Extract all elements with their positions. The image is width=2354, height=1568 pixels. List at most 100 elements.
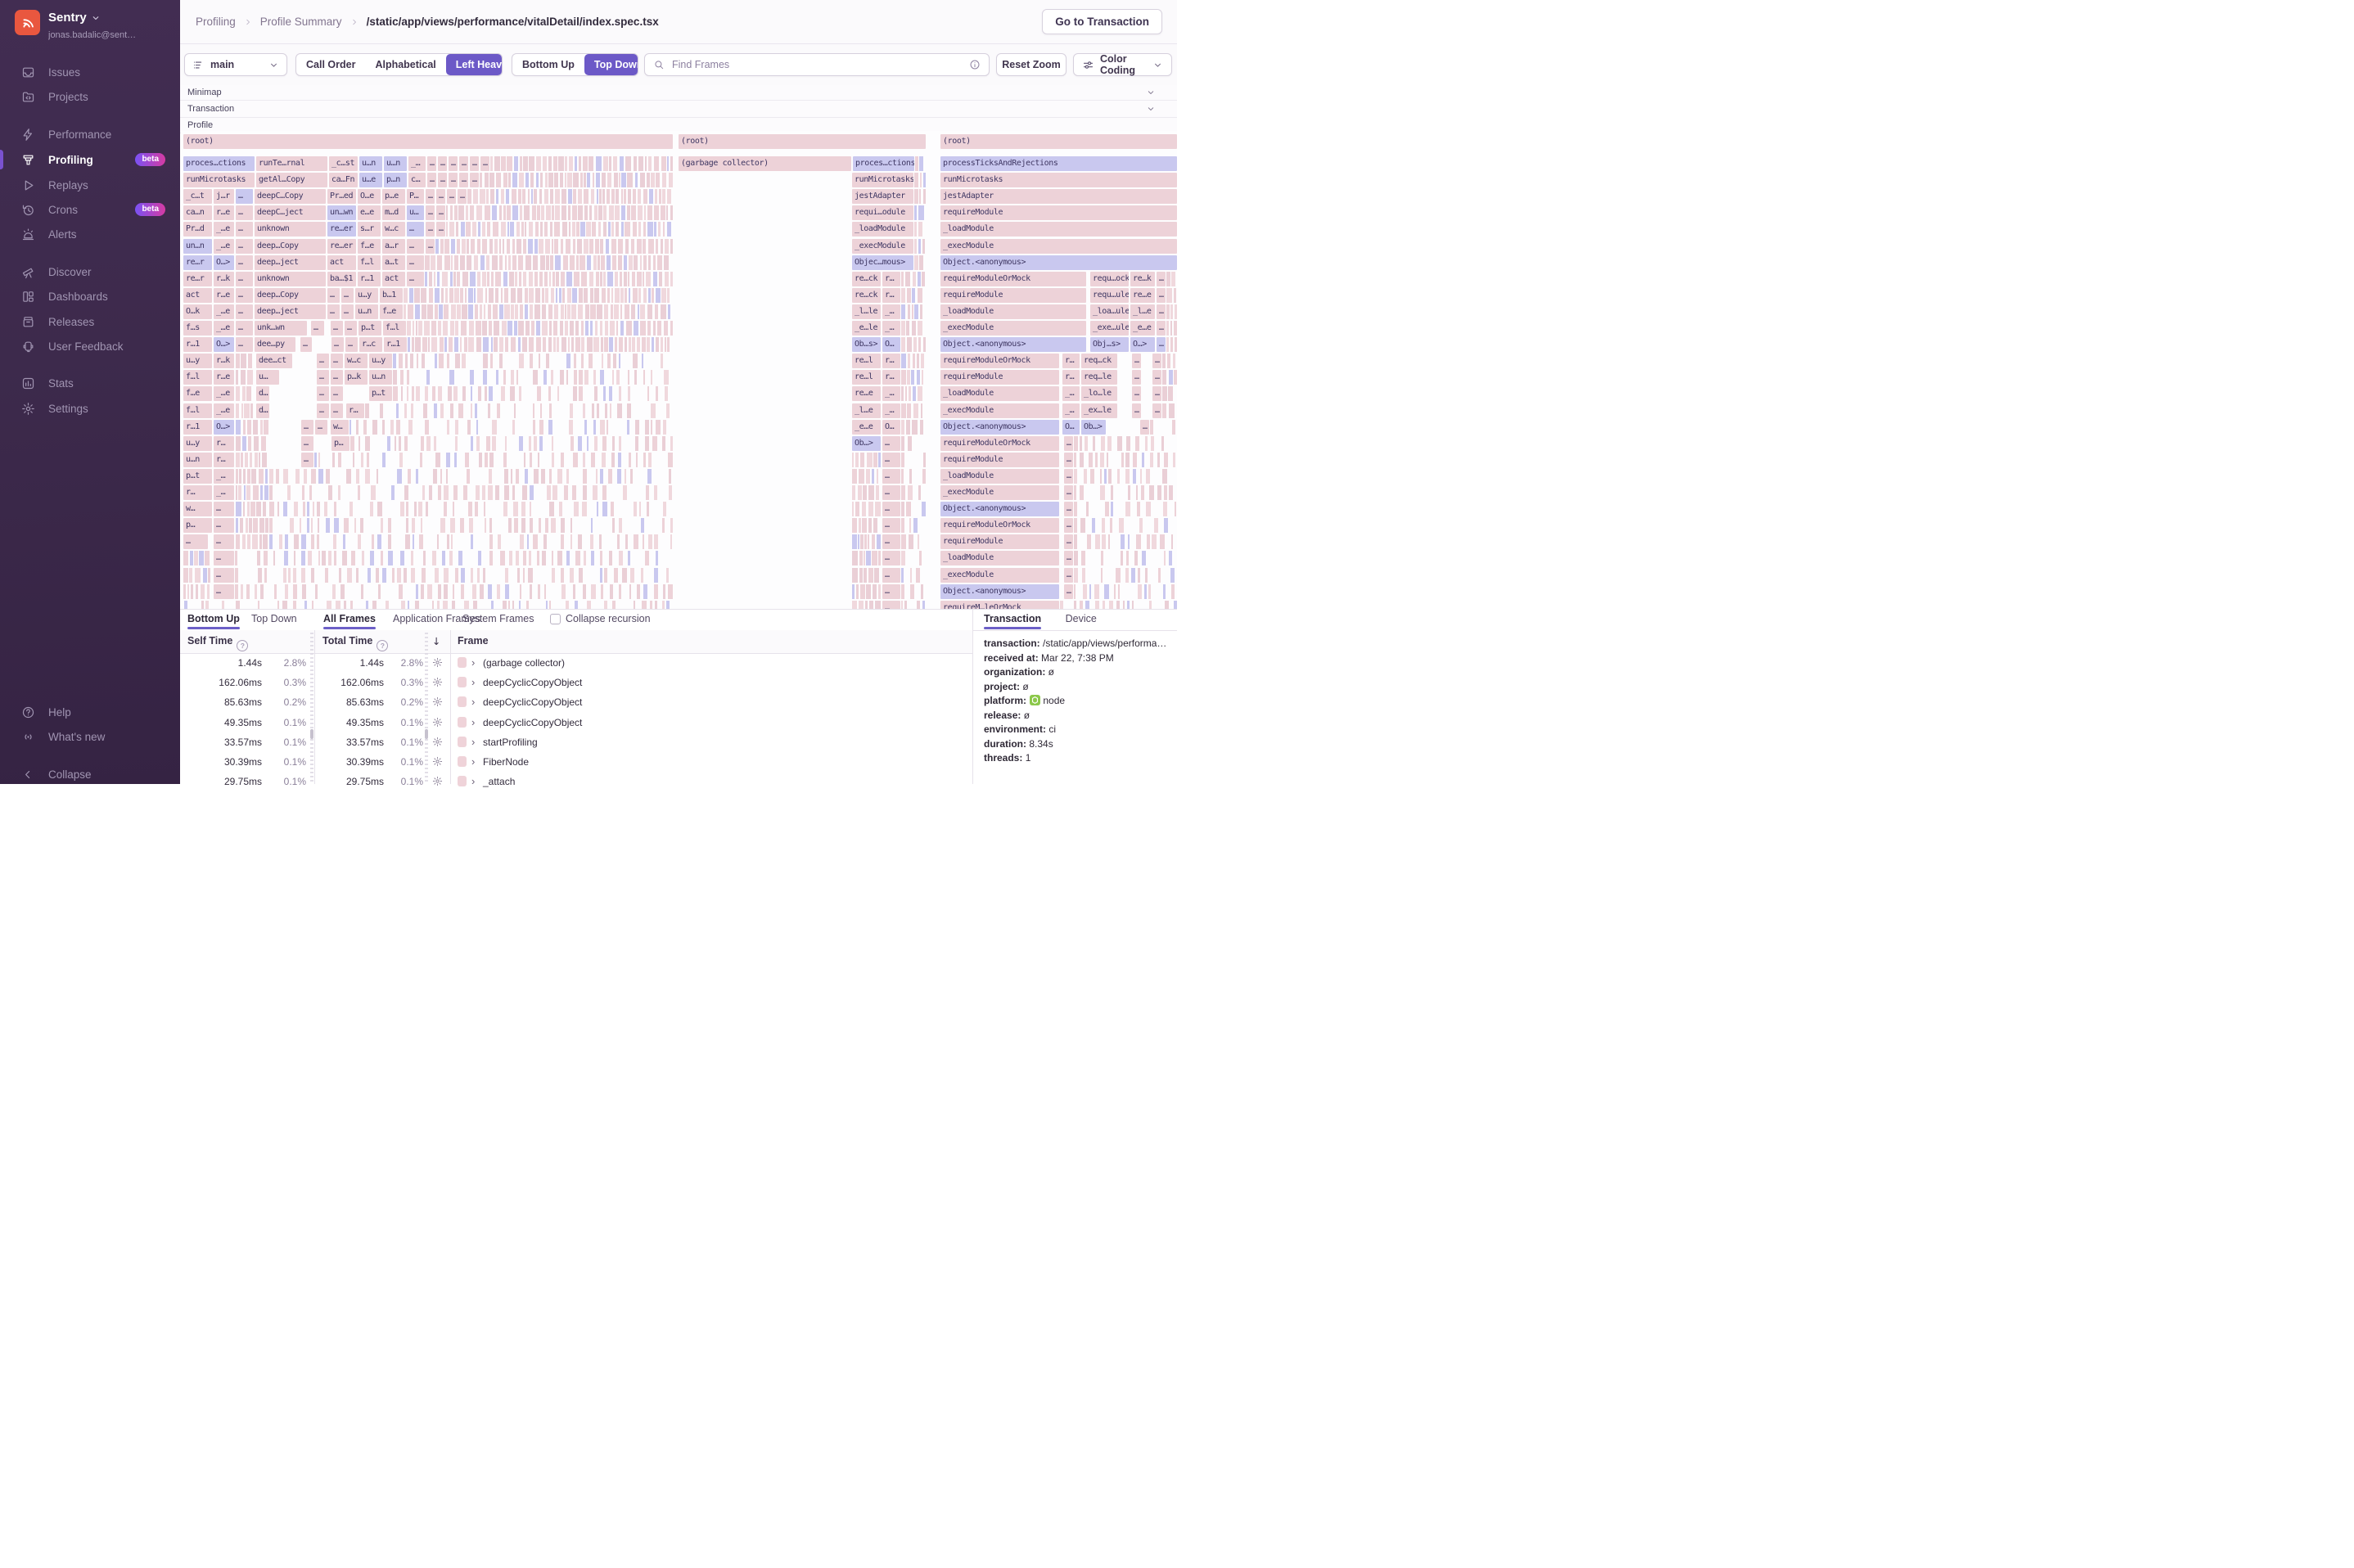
flame-frame[interactable]: …: [331, 337, 344, 352]
expand-chevron-icon[interactable]: ›: [471, 755, 475, 768]
flame-frame[interactable]: _ex…le: [1081, 403, 1117, 418]
flame-frame[interactable]: …: [331, 321, 343, 336]
flame-frame[interactable]: w…: [331, 420, 349, 435]
flame-frame[interactable]: dee…py: [255, 337, 295, 352]
flame-frame[interactable]: requi…odule: [852, 205, 913, 220]
flame-frame[interactable]: p…t: [369, 386, 392, 401]
flame-frame[interactable]: …: [236, 189, 253, 204]
flame-frame[interactable]: …: [331, 403, 343, 418]
flame-frame[interactable]: …: [1064, 551, 1073, 565]
flame-frame[interactable]: u…y: [183, 436, 212, 451]
flame-frame[interactable]: r…e: [214, 205, 234, 220]
flame-frame[interactable]: u…n: [384, 156, 407, 171]
sidebar-item-performance[interactable]: Performance: [0, 122, 180, 146]
flame-frame[interactable]: …: [426, 222, 435, 237]
flame-frame[interactable]: j…r: [214, 189, 234, 204]
flame-frame[interactable]: getAl…Copy: [256, 173, 327, 187]
flame-frame[interactable]: …: [236, 304, 253, 319]
flame-frame[interactable]: u…y: [369, 354, 392, 368]
flame-frame[interactable]: Obj…s>: [1090, 337, 1129, 352]
flame-frame[interactable]: r…: [214, 436, 234, 451]
flame-frame[interactable]: O…>: [214, 255, 234, 270]
flame-frame[interactable]: …: [407, 272, 424, 286]
flame-frame[interactable]: _…: [214, 485, 234, 500]
flame-frame[interactable]: c…: [408, 173, 426, 187]
flame-frame[interactable]: requireModule: [940, 205, 1177, 220]
flame-frame[interactable]: …: [345, 321, 357, 336]
flame-frame[interactable]: proces…ctions: [853, 156, 914, 171]
collapse-recursion-checkbox[interactable]: [550, 614, 561, 624]
flame-frame[interactable]: Ob…>: [1081, 420, 1106, 435]
flame-frame[interactable]: un…n: [183, 239, 212, 254]
sidebar-item-stats[interactable]: Stats: [0, 371, 180, 395]
flame-frame[interactable]: P…: [407, 189, 424, 204]
sidebar-item-releases[interactable]: Releases: [0, 309, 180, 334]
flame-frame[interactable]: …: [438, 156, 447, 171]
flame-frame[interactable]: O…: [882, 337, 900, 352]
flame-frame[interactable]: _…e: [214, 386, 234, 401]
flame-frame[interactable]: re…e: [852, 386, 881, 401]
flame-frame[interactable]: …: [407, 222, 424, 237]
flame-frame[interactable]: p…n: [384, 173, 407, 187]
flame-frame[interactable]: requ…ock: [1090, 272, 1129, 286]
flame-frame[interactable]: …: [1064, 469, 1073, 484]
flame-frame[interactable]: …: [183, 534, 208, 549]
flame-frame[interactable]: …: [1152, 403, 1161, 418]
flame-frame[interactable]: …: [1064, 453, 1073, 467]
flame-frame[interactable]: _…e: [214, 403, 234, 418]
flame-frame[interactable]: O…>: [1130, 337, 1155, 352]
flame-frame[interactable]: …: [1157, 288, 1166, 303]
frame-table-row[interactable]: 85.63ms 0.2% 85.63ms 0.2% › deepCyclicCopyObj…: [180, 692, 972, 712]
flame-frame[interactable]: r…1: [183, 420, 212, 435]
flame-frame[interactable]: Object.<anonymous>: [940, 502, 1059, 516]
sidebar-item-crons[interactable]: Crons beta: [0, 197, 180, 222]
flame-frame[interactable]: …: [470, 156, 479, 171]
flame-frame[interactable]: _…: [882, 386, 900, 401]
sidebar-item-profiling[interactable]: Profiling beta: [0, 147, 180, 172]
flame-frame[interactable]: O…>: [214, 337, 234, 352]
frame-table-row[interactable]: 29.75ms 0.1% 29.75ms 0.1% › _attach: [180, 772, 972, 791]
flame-frame[interactable]: …: [1064, 436, 1073, 451]
flame-frame[interactable]: …: [882, 534, 900, 549]
flame-frame[interactable]: …: [1157, 304, 1166, 319]
flame-frame[interactable]: …: [438, 173, 447, 187]
flame-frame[interactable]: …: [1064, 584, 1073, 599]
flame-frame[interactable]: …: [882, 551, 900, 565]
chevron-down-icon[interactable]: [1146, 88, 1156, 97]
expand-chevron-icon[interactable]: ›: [471, 696, 475, 708]
flame-frame[interactable]: _…: [408, 156, 426, 171]
direction-option-bottom-up[interactable]: Bottom Up: [512, 54, 584, 75]
flame-frame[interactable]: w…: [183, 502, 212, 516]
flame-frame[interactable]: …: [1140, 420, 1149, 435]
flame-frame[interactable]: _c…st: [329, 156, 358, 171]
flame-frame[interactable]: …: [1132, 386, 1141, 401]
flame-frame[interactable]: …: [301, 436, 313, 451]
direction-option-top-down[interactable]: Top Down: [584, 54, 638, 75]
expand-chevron-icon[interactable]: ›: [471, 775, 475, 787]
flame-frame[interactable]: requireModule: [940, 370, 1059, 385]
flame-frame[interactable]: a…r: [382, 239, 405, 254]
flame-frame[interactable]: _l…e: [852, 403, 881, 418]
gear-icon[interactable]: [432, 737, 443, 747]
flame-frame[interactable]: d…: [256, 386, 269, 401]
flame-frame[interactable]: …: [882, 453, 900, 467]
flame-frame[interactable]: u…e: [359, 173, 382, 187]
flame-frame[interactable]: …: [317, 354, 329, 368]
flame-frame[interactable]: …: [315, 420, 327, 435]
flame-frame[interactable]: r…: [346, 403, 364, 418]
flame-frame[interactable]: r…: [1062, 370, 1080, 385]
expand-chevron-icon[interactable]: ›: [471, 676, 475, 688]
flame-frame[interactable]: u…n: [369, 370, 392, 385]
expand-chevron-icon[interactable]: ›: [471, 716, 475, 728]
flame-frame[interactable]: _loadModule: [940, 386, 1059, 401]
flame-frame[interactable]: u…: [256, 370, 279, 385]
flame-frame[interactable]: req…le: [1081, 370, 1117, 385]
flame-frame[interactable]: …: [214, 502, 234, 516]
flame-frame[interactable]: r…1: [384, 337, 407, 352]
col-total-time[interactable]: Total Time?: [322, 635, 389, 651]
flame-frame[interactable]: …: [882, 436, 900, 451]
flame-frame[interactable]: r…c: [359, 337, 382, 352]
flame-frame[interactable]: r…e: [214, 370, 234, 385]
frame-table-row[interactable]: 1.44s 2.8% 1.44s 2.8% › (garbage collector): [180, 653, 972, 673]
flame-frame[interactable]: …: [327, 288, 340, 303]
